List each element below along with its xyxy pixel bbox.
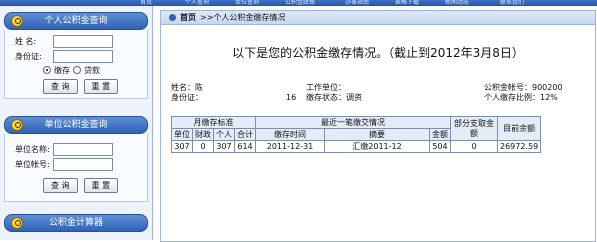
group-monthly-header: 月缴存标准: [171, 116, 256, 129]
nav-item[interactable]: 办事指南: [345, 0, 369, 6]
person-name: 姓名：陈: [171, 83, 203, 92]
cell-summary: 汇缴2011-12: [324, 140, 430, 153]
unit-name-input[interactable]: [53, 143, 113, 156]
personal-query-panel: 个人公积金查询 姓 名: 身份证: 缴存 贷款 查 询 重 置: [4, 12, 148, 99]
deposit-status: 缴存状态：调资: [306, 93, 362, 102]
id-label: 身份证:: [15, 52, 42, 61]
loan-radio-label: 贷款: [84, 65, 100, 75]
breadcrumb-home-link[interactable]: 首页: [180, 11, 196, 24]
col-total-header: 合计: [234, 128, 256, 141]
loan-radio[interactable]: [73, 66, 81, 74]
cell-balance: 26972.59: [496, 140, 542, 153]
unit-panel-title: 单位公积金查询: [44, 120, 108, 130]
account-number: 公积金帐号：900200: [484, 83, 563, 92]
breadcrumb-current: >>个人公积金缴存情况: [200, 13, 286, 22]
breadcrumb: 首页 >>个人公积金缴存情况: [161, 11, 595, 25]
cell-fiscal: 0: [192, 140, 214, 153]
cell-partial: 0: [450, 140, 498, 153]
personal-panel-header: 个人公积金查询: [4, 12, 148, 30]
cell-personal: 307: [213, 140, 235, 153]
unit-panel-body: 单位名称: 单位帐号: 查 询 重 置: [4, 134, 148, 202]
unit-query-panel: 单位公积金查询 单位名称: 单位帐号: 查 询 重 置: [4, 116, 148, 202]
unit-account-label: 单位帐号:: [15, 160, 50, 169]
col-summary-header: 摘要: [324, 128, 430, 141]
personal-panel-title: 个人公积金查询: [44, 16, 108, 26]
deposit-radio-label: 缴存: [54, 65, 70, 75]
nav-item[interactable]: 个人查询: [185, 0, 209, 6]
nav-item[interactable]: 单位查询: [235, 0, 259, 6]
table-row: 307 0 307 614 2011-12-31 汇缴2011-12 504 0…: [171, 140, 542, 153]
personal-ratio: 个人缴存比例：12%: [484, 93, 558, 102]
calculator-panel[interactable]: 公积金计算器: [4, 214, 148, 232]
group-recent-header: 最近一笔缴交情况: [255, 116, 451, 129]
col-amount-header: 金额: [429, 128, 451, 141]
unit-account-input[interactable]: [53, 158, 113, 171]
personal-panel-body: 姓 名: 身份证: 缴存 贷款 查 询 重 置: [4, 30, 148, 99]
cell-total: 614: [234, 140, 256, 153]
cell-amount: 504: [429, 140, 451, 153]
col-fiscal-header: 财政: [192, 128, 214, 141]
nav-item[interactable]: 新闻动态: [445, 0, 469, 6]
col-partial-header: 部分支取金额: [450, 116, 498, 141]
person-id-tail: 16: [286, 93, 297, 102]
unit-query-button[interactable]: 查 询: [43, 178, 78, 193]
calculator-icon: [11, 217, 23, 229]
cell-unit: 307: [171, 140, 193, 153]
search-icon: [11, 15, 23, 27]
personal-reset-button[interactable]: 重 置: [83, 79, 119, 94]
personal-query-button[interactable]: 查 询: [43, 79, 78, 94]
page-title: 以下是您的公积金缴存情况。（截止到2012年3月8日）: [232, 46, 524, 60]
unit-panel-header: 单位公积金查询: [4, 116, 148, 134]
col-balance-header: 目前余额: [496, 116, 542, 141]
search-icon: [11, 119, 23, 131]
unit-name-label: 单位名称:: [15, 145, 50, 154]
col-personal-header: 个人: [213, 128, 235, 141]
deposit-radio[interactable]: [43, 66, 51, 74]
calculator-panel-header[interactable]: 公积金计算器: [4, 214, 148, 232]
sidebar: 个人公积金查询 姓 名: 身份证: 缴存 贷款 查 询 重 置 单位公积金查询 …: [0, 6, 153, 240]
col-time-header: 缴存时间: [255, 128, 325, 141]
nav-item[interactable]: 公积金政策: [285, 0, 315, 6]
col-unit-header: 单位: [171, 128, 193, 141]
nav-item[interactable]: 联系我们: [500, 0, 524, 6]
name-input[interactable]: [53, 35, 113, 48]
name-label: 姓 名:: [15, 37, 37, 46]
calculator-panel-title: 公积金计算器: [48, 218, 103, 228]
main-content: 首页 >>个人公积金缴存情况 以下是您的公积金缴存情况。（截止到2012年3月8日…: [160, 10, 596, 242]
id-input[interactable]: [53, 50, 113, 63]
nav-item[interactable]: 表格下载: [395, 0, 419, 6]
person-id: 身份证：: [171, 93, 203, 102]
bullet-icon: [169, 14, 176, 21]
unit-reset-button[interactable]: 重 置: [83, 178, 119, 193]
cell-time: 2011-12-31: [255, 140, 325, 153]
deposit-table: 月缴存标准 最近一笔缴交情况 部分支取金额 目前余额 单位 财政 个人 合计 缴…: [171, 116, 542, 153]
employer: 工作单位：: [306, 83, 346, 92]
